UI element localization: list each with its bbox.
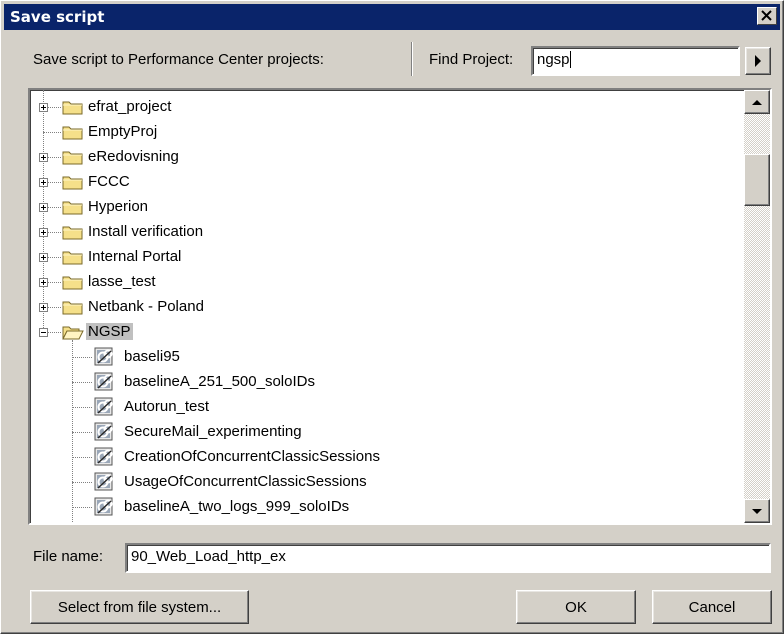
tree-script-label: baselineA_two_logs_999_soloIDs	[124, 498, 350, 515]
tree-script-label: baseli95	[124, 348, 180, 365]
expand-icon[interactable]	[39, 178, 48, 187]
expand-icon[interactable]	[39, 253, 48, 262]
tree-folder-row[interactable]: NGSP	[30, 320, 730, 345]
close-icon	[761, 10, 772, 21]
collapse-icon[interactable]	[39, 328, 48, 337]
tree-folder-label: FCCC	[88, 173, 130, 190]
find-next-button[interactable]	[745, 47, 771, 75]
folder-icon	[62, 151, 83, 165]
tree-script-row[interactable]: UsageOfConcurrentClassicSessions	[30, 470, 730, 495]
arrow-right-icon	[755, 55, 761, 67]
tree-script-row[interactable]: CreationOfConcurrentClassicSessions	[30, 445, 730, 470]
expand-icon[interactable]	[39, 278, 48, 287]
tree-folder-row[interactable]: Install verification	[30, 220, 730, 245]
tree-folder-row[interactable]: EmptyProj	[30, 120, 730, 145]
tree-script-label: CreationOfConcurrentClassicSessions	[124, 448, 380, 465]
tree-connector	[72, 457, 92, 459]
tree-connector	[72, 432, 92, 434]
tree-script-row[interactable]: SecureMail_experimenting	[30, 420, 730, 445]
scroll-thumb[interactable]	[744, 154, 770, 206]
tree-script-row[interactable]: baselineA_two_logs_999_soloIDs	[30, 495, 730, 520]
script-icon	[94, 372, 113, 391]
tree-folder-row[interactable]: eRedovisning	[30, 145, 730, 170]
file-name-label: File name:	[33, 548, 104, 565]
expand-icon[interactable]	[39, 228, 48, 237]
tree-folder-label: Netbank - Poland	[88, 298, 204, 315]
tree-folder-row[interactable]: Hyperion	[30, 195, 730, 220]
scroll-up-button[interactable]	[744, 90, 770, 114]
expand-icon[interactable]	[39, 203, 48, 212]
expand-icon[interactable]	[39, 153, 48, 162]
tree-folder-row[interactable]: efrat_project	[30, 95, 730, 120]
script-icon	[94, 472, 113, 491]
tree-folder-row[interactable]: lasse_test	[30, 270, 730, 295]
tree-connector	[72, 507, 92, 509]
folder-icon	[62, 176, 83, 190]
scroll-down-button[interactable]	[744, 499, 770, 523]
text-caret	[570, 51, 571, 68]
tree-folder-label: Internal Portal	[88, 248, 182, 265]
folder-open-icon	[62, 326, 84, 340]
tree-folder-label: EmptyProj	[88, 123, 158, 140]
find-project-value: ngsp	[537, 51, 570, 68]
folder-icon	[62, 126, 83, 140]
title-bar: Save script	[4, 4, 780, 30]
folder-icon	[62, 251, 83, 265]
find-project-label: Find Project:	[429, 51, 514, 68]
dialog-title: Save script	[10, 8, 105, 26]
tree-script-label: SecureMail_experimenting	[124, 423, 302, 440]
tree-connector	[43, 132, 61, 134]
tree-connector	[72, 407, 92, 409]
save-script-dialog: Save script Save script to Performance C…	[0, 0, 784, 634]
folder-icon	[62, 301, 83, 315]
script-icon	[94, 497, 113, 516]
expand-icon[interactable]	[39, 303, 48, 312]
tree-script-label: baselineA_251_500_soloIDs	[124, 373, 315, 390]
ok-button[interactable]: OK	[516, 590, 636, 624]
tree-folder-label: Hyperion	[88, 198, 149, 215]
script-icon	[94, 447, 113, 466]
expand-icon[interactable]	[39, 103, 48, 112]
project-tree[interactable]: efrat_project EmptyProj eRedovisning FCCC Hy…	[30, 90, 770, 523]
tree-folder-row[interactable]: Netbank - Poland	[30, 295, 730, 320]
folder-icon	[62, 201, 83, 215]
scroll-down-icon	[752, 509, 762, 514]
file-name-value: 90_Web_Load_http_ex	[131, 548, 286, 565]
tree-script-row[interactable]: Autorun_test	[30, 395, 730, 420]
script-icon	[94, 397, 113, 416]
tree-folder-label: eRedovisning	[88, 148, 179, 165]
close-button[interactable]	[757, 7, 777, 25]
cancel-button[interactable]: Cancel	[652, 590, 772, 624]
tree-folder-label: lasse_test	[88, 273, 156, 290]
tree-script-row[interactable]: baselineA_251_500_soloIDs	[30, 370, 730, 395]
header-separator	[411, 42, 413, 76]
tree-script-label: Autorun_test	[124, 398, 210, 415]
tree-script-label: UsageOfConcurrentClassicSessions	[124, 473, 367, 490]
tree-folder-label: efrat_project	[88, 98, 172, 115]
tree-folder-label: Install verification	[88, 223, 204, 240]
tree-folder-row[interactable]: FCCC	[30, 170, 730, 195]
find-project-input[interactable]: ngsp	[531, 46, 740, 76]
scroll-up-icon	[752, 100, 762, 105]
tree-folder-row[interactable]: Internal Portal	[30, 245, 730, 270]
file-name-input[interactable]: 90_Web_Load_http_ex	[125, 543, 771, 573]
script-icon	[94, 422, 113, 441]
select-from-file-system-button[interactable]: Select from file system...	[30, 590, 249, 624]
folder-icon	[62, 276, 83, 290]
script-icon	[94, 347, 113, 366]
tree-connector	[72, 482, 92, 484]
tree-connector	[72, 357, 92, 359]
tree-connector	[72, 382, 92, 384]
save-to-label: Save script to Performance Center projec…	[33, 51, 324, 68]
tree-script-row[interactable]: baseli95	[30, 345, 730, 370]
tree-folder-label: NGSP	[86, 323, 133, 340]
folder-icon	[62, 226, 83, 240]
folder-icon	[62, 101, 83, 115]
tree-scrollbar[interactable]	[744, 90, 770, 523]
